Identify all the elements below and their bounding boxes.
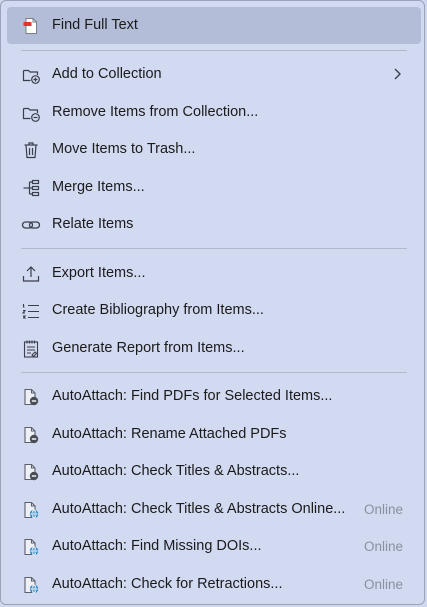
pdf-file-icon — [21, 16, 41, 36]
menu-item-label: AutoAttach: Rename Attached PDFs — [52, 426, 287, 442]
menu-item-autoattach-rename[interactable]: AutoAttach: Rename Attached PDFs — [7, 416, 421, 453]
menu-item-label: Create Bibliography from Items... — [52, 302, 264, 318]
chevron-right-icon — [389, 66, 405, 82]
export-icon — [21, 264, 41, 284]
menu-item-add-to-collection[interactable]: Add to Collection — [7, 56, 421, 93]
menu-item-autoattach-find-dois[interactable]: AutoAttach: Find Missing DOIs... Online — [7, 528, 421, 565]
menu-item-label: AutoAttach: Find Missing DOIs... — [52, 538, 262, 554]
doc-minus-icon — [21, 462, 41, 482]
menu-item-autoattach-check-titles[interactable]: AutoAttach: Check Titles & Abstracts... — [7, 453, 421, 490]
menu-item-label: Relate Items — [52, 216, 134, 232]
report-icon — [21, 339, 41, 359]
separator — [21, 372, 407, 373]
menu-item-label: Generate Report from Items... — [52, 340, 245, 356]
online-hint: Online — [363, 577, 403, 592]
online-hint: Online — [363, 502, 403, 517]
merge-icon — [21, 178, 41, 198]
separator — [21, 248, 407, 249]
menu-item-autoattach-find-pdfs[interactable]: AutoAttach: Find PDFs for Selected Items… — [7, 378, 421, 415]
link-icon — [21, 215, 41, 235]
menu-item-move-to-trash[interactable]: Move Items to Trash... — [7, 131, 421, 168]
menu-item-create-bibliography[interactable]: Create Bibliography from Items... — [7, 292, 421, 329]
menu-item-export-items[interactable]: Export Items... — [7, 255, 421, 292]
menu-item-label: Merge Items... — [52, 179, 145, 195]
menu-item-label: AutoAttach: Check Titles & Abstracts Onl… — [52, 501, 346, 517]
menu-item-relate-items[interactable]: Relate Items — [7, 206, 421, 243]
menu-item-merge-items[interactable]: Merge Items... — [7, 169, 421, 206]
menu-item-label: Export Items... — [52, 265, 146, 281]
menu-item-label: AutoAttach: Find PDFs for Selected Items… — [52, 388, 333, 404]
menu-item-autoattach-check-titles-online[interactable]: AutoAttach: Check Titles & Abstracts Onl… — [7, 491, 421, 528]
menu-item-label: Find Full Text — [52, 17, 138, 33]
menu-item-label: Move Items to Trash... — [52, 141, 196, 157]
online-hint: Online — [363, 539, 403, 554]
doc-minus-icon — [21, 425, 41, 445]
doc-globe-icon — [21, 537, 41, 557]
numbered-list-icon — [21, 301, 41, 321]
menu-item-generate-report[interactable]: Generate Report from Items... — [7, 330, 421, 367]
menu-item-find-full-text[interactable]: Find Full Text — [7, 7, 421, 44]
doc-minus-icon — [21, 387, 41, 407]
menu-item-label: AutoAttach: Check Titles & Abstracts... — [52, 463, 300, 479]
folder-remove-icon — [21, 103, 41, 123]
context-menu: Find Full Text Add to Collection Remove … — [0, 0, 425, 605]
doc-globe-icon — [21, 500, 41, 520]
menu-item-label: Remove Items from Collection... — [52, 104, 259, 120]
menu-item-label: Add to Collection — [52, 66, 162, 82]
menu-item-remove-from-collection[interactable]: Remove Items from Collection... — [7, 94, 421, 131]
separator — [21, 50, 407, 51]
trash-icon — [21, 140, 41, 160]
menu-item-label: AutoAttach: Check for Retractions... — [52, 576, 283, 592]
folder-add-icon — [21, 65, 41, 85]
menu-item-autoattach-check-retractions[interactable]: AutoAttach: Check for Retractions... Onl… — [7, 566, 421, 603]
doc-globe-icon — [21, 575, 41, 595]
